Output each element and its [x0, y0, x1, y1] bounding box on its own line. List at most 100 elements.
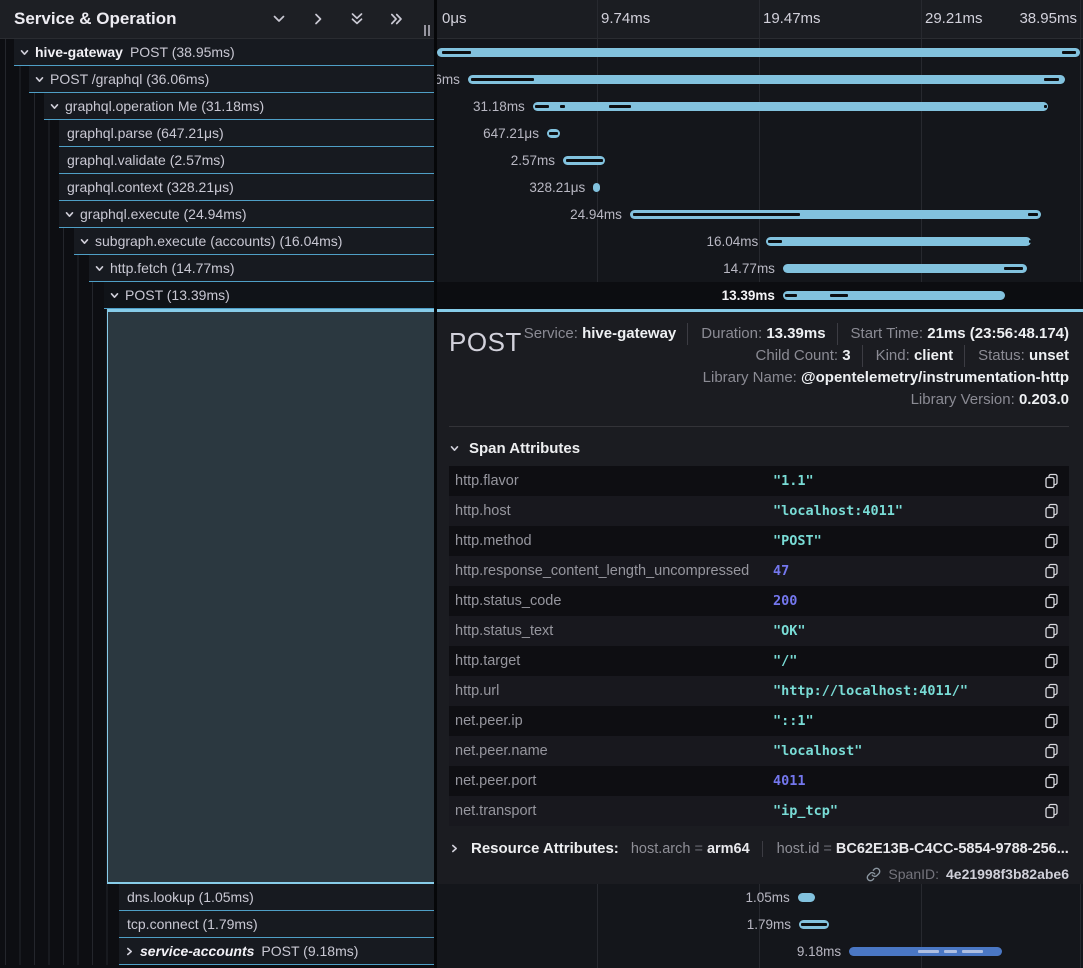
timeline-span-row[interactable]: 647.21μs [437, 120, 1083, 147]
span-duration-bar[interactable] [437, 48, 1080, 57]
attribute-row: http.target"/" [449, 646, 1069, 676]
timeline-span-row[interactable]: 14.77ms [437, 255, 1083, 282]
copy-icon[interactable] [1044, 653, 1059, 669]
tree-span-row[interactable]: graphql.context (328.21μs) [0, 174, 434, 201]
chevron-down-icon[interactable] [44, 101, 65, 112]
detail-divider [449, 426, 1069, 427]
timeline-panel: 0μs9.74ms19.47ms29.21ms38.95ms 38.95ms36… [437, 0, 1083, 968]
span-duration-bar[interactable] [783, 291, 1005, 300]
span-meta-item: Library Name: @opentelemetry/instrumenta… [703, 367, 1069, 389]
attribute-key: http.target [455, 653, 773, 669]
span-meta-item: Child Count: 3 [756, 345, 851, 367]
attribute-row: net.peer.name"localhost" [449, 736, 1069, 766]
timeline-track: 2.57ms [437, 147, 1080, 174]
timeline-span-row[interactable]: 1.79ms [437, 911, 1083, 938]
tree-span-row[interactable]: http.fetch (14.77ms) [0, 255, 434, 282]
ruler-tick-label: 29.21ms [925, 10, 983, 27]
span-duration-bar[interactable] [468, 75, 1065, 84]
copy-icon[interactable] [1044, 533, 1059, 549]
ruler-tick-label: 38.95ms [1019, 10, 1077, 27]
child-span-marker [1062, 51, 1076, 53]
timeline-span-row[interactable]: 1.05ms [437, 884, 1083, 911]
span-attributes-title: Span Attributes [469, 440, 580, 457]
span-duration-label: 36.06ms [437, 72, 460, 87]
timeline-span-row[interactable]: 16.04ms [437, 228, 1083, 255]
tree-span-row[interactable]: hive-gatewayPOST (38.95ms) [0, 39, 434, 66]
tree-span-row[interactable]: subgraph.execute (accounts) (16.04ms) [0, 228, 434, 255]
span-duration-bar[interactable] [783, 264, 1027, 273]
chevron-right-icon[interactable] [119, 946, 140, 957]
copy-icon[interactable] [1044, 713, 1059, 729]
attribute-value: "ip_tcp" [773, 803, 1044, 819]
double-chevron-right-icon[interactable] [388, 11, 404, 27]
timeline-span-row[interactable]: 328.21μs [437, 174, 1083, 201]
gridline [1080, 0, 1081, 38]
span-meta-item: Library Version: 0.203.0 [911, 389, 1069, 411]
span-duration-bar[interactable] [766, 237, 1031, 246]
attribute-row: net.peer.port4011 [449, 766, 1069, 796]
span-duration-bar[interactable] [563, 156, 605, 165]
attribute-row: http.response_content_length_uncompresse… [449, 556, 1069, 586]
tree-span-row[interactable]: graphql.execute (24.94ms) [0, 201, 434, 228]
span-operation-label: http.fetch (14.77ms) [110, 260, 235, 276]
span-duration-bar[interactable] [798, 893, 815, 902]
double-chevron-down-icon[interactable] [349, 11, 365, 27]
span-detail-header: POST Service: hive-gatewayDuration: 13.3… [449, 322, 1069, 411]
tree-span-row[interactable]: dns.lookup (1.05ms) [0, 884, 434, 911]
resource-attributes-toggle[interactable]: Resource Attributes: host.arch=arm64host… [449, 840, 1069, 857]
ruler-tick-label: 0μs [442, 10, 467, 27]
span-tree: hive-gatewayPOST (38.95ms)POST /graphql … [0, 39, 434, 309]
copy-icon[interactable] [1044, 623, 1059, 639]
timeline-span-row[interactable]: 24.94ms [437, 201, 1083, 228]
tree-span-row[interactable]: POST /graphql (36.06ms) [0, 66, 434, 93]
span-id-label: SpanID: [888, 866, 939, 882]
tree-span-row[interactable]: tcp.connect (1.79ms) [0, 911, 434, 938]
chevron-right-icon [449, 843, 460, 854]
timeline-span-row[interactable]: 36.06ms [437, 66, 1083, 93]
span-attributes-toggle[interactable]: Span Attributes [449, 440, 1069, 457]
panel-resize-handle[interactable] [424, 25, 431, 36]
copy-icon[interactable] [1044, 563, 1059, 579]
chevron-down-icon[interactable] [89, 263, 110, 274]
span-tree-children: dns.lookup (1.05ms)tcp.connect (1.79ms)s… [0, 884, 434, 968]
copy-icon[interactable] [1044, 473, 1059, 489]
copy-icon[interactable] [1044, 803, 1059, 819]
attribute-key: net.peer.port [455, 773, 773, 789]
link-icon[interactable] [866, 867, 881, 882]
copy-icon[interactable] [1044, 743, 1059, 759]
chevron-down-icon[interactable] [59, 209, 80, 220]
span-duration-bar[interactable] [547, 129, 560, 138]
timeline-span-row[interactable]: 13.39ms [437, 282, 1083, 309]
attribute-value: 200 [773, 593, 1044, 609]
span-duration-bar[interactable] [630, 210, 1042, 219]
timeline-track: 38.95ms [437, 39, 1080, 66]
timeline-span-row[interactable]: 38.95ms [437, 39, 1083, 66]
chevron-down-icon[interactable] [74, 236, 95, 247]
span-duration-bar[interactable] [533, 102, 1048, 111]
copy-icon[interactable] [1044, 503, 1059, 519]
tree-span-row[interactable]: graphql.operation Me (31.18ms) [0, 93, 434, 120]
span-duration-bar[interactable] [799, 920, 829, 929]
tree-span-row[interactable]: POST (13.39ms) [0, 282, 434, 309]
timeline-span-row[interactable]: 31.18ms [437, 93, 1083, 120]
chevron-down-icon[interactable] [104, 290, 125, 301]
chevron-right-icon[interactable] [310, 11, 326, 27]
chevron-down-icon[interactable] [14, 47, 35, 58]
chevron-down-icon[interactable] [29, 74, 50, 85]
timeline-span-row[interactable]: 2.57ms [437, 147, 1083, 174]
timeline-track: 36.06ms [437, 66, 1080, 93]
span-duration-label: 13.39ms [722, 288, 775, 303]
copy-icon[interactable] [1044, 593, 1059, 609]
span-duration-bar[interactable] [849, 947, 1001, 956]
copy-icon[interactable] [1044, 773, 1059, 789]
copy-icon[interactable] [1044, 683, 1059, 699]
span-duration-bar[interactable] [593, 183, 599, 192]
span-operation-label: graphql.parse (647.21μs) [67, 125, 224, 141]
timeline-track: 24.94ms [437, 201, 1080, 228]
tree-span-row[interactable]: graphql.validate (2.57ms) [0, 147, 434, 174]
tree-span-row[interactable]: graphql.parse (647.21μs) [0, 120, 434, 147]
timeline-span-row[interactable]: 9.18ms [437, 938, 1083, 965]
chevron-down-icon[interactable] [271, 11, 287, 27]
span-meta-line: Library Version: 0.203.0 [522, 389, 1069, 411]
tree-span-row[interactable]: service-accountsPOST (9.18ms) [0, 938, 434, 965]
